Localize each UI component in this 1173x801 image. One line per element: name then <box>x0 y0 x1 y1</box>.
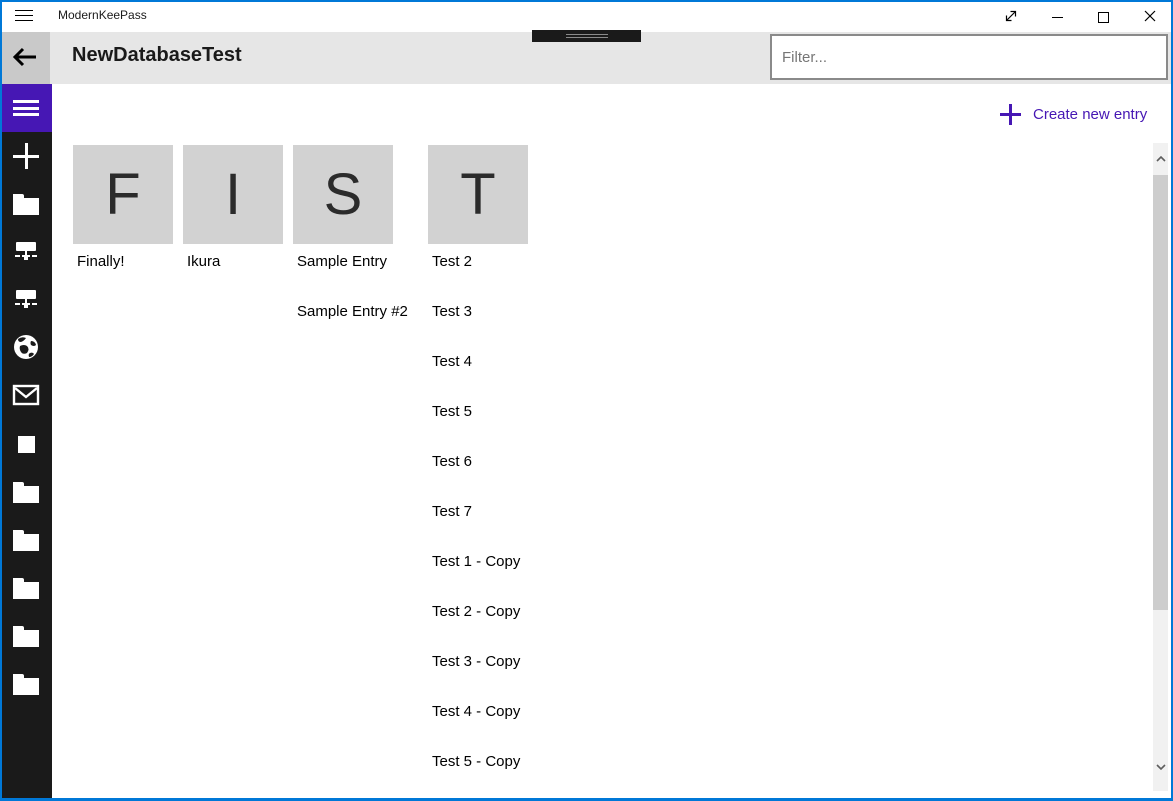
chevron-down-icon <box>1156 764 1166 770</box>
group-tile-letter: T <box>460 166 495 224</box>
sidebar-menu-button[interactable] <box>0 84 52 132</box>
page-title: NewDatabaseTest <box>72 44 242 67</box>
fullscreen-diagonal-arrow-icon <box>1003 8 1019 27</box>
flyout-grabber-handle[interactable] <box>532 30 641 42</box>
folder-icon <box>13 198 39 215</box>
create-new-entry-label: Create new entry <box>1033 106 1147 123</box>
entry-item[interactable]: Test 7 <box>432 503 632 523</box>
scrollbar-thumb[interactable] <box>1153 175 1168 610</box>
scroll-up-button[interactable] <box>1153 151 1168 167</box>
sidebar-item-group-email[interactable] <box>0 372 52 420</box>
entry-item[interactable]: Test 2 - Copy <box>432 603 632 623</box>
sidebar-item-group-network[interactable] <box>0 276 52 324</box>
maximize-button[interactable] <box>1080 2 1126 32</box>
entry-item[interactable]: Test 4 <box>432 353 632 373</box>
plus-icon <box>13 143 39 169</box>
entry-item[interactable]: Test 5 - Copy <box>432 753 632 773</box>
entry-item[interactable]: Test 1 - Copy <box>432 553 632 573</box>
vertical-scrollbar[interactable] <box>1153 143 1168 791</box>
window-border-left <box>0 0 2 801</box>
minimize-button[interactable] <box>1034 2 1080 32</box>
folder-icon <box>13 534 39 551</box>
group-tile[interactable]: T <box>428 145 528 244</box>
folder-icon <box>13 486 39 503</box>
entry-item[interactable]: Test 5 <box>432 403 632 423</box>
fullscreen-button[interactable] <box>988 2 1034 32</box>
hamburger-menu-icon <box>13 97 39 120</box>
entry-item[interactable]: Test 3 <box>432 303 632 323</box>
entry-item[interactable]: Test 3 - Copy <box>432 653 632 673</box>
sidebar-item-group-folder-3[interactable] <box>0 564 52 612</box>
folder-icon <box>13 630 39 647</box>
sidebar <box>0 84 52 798</box>
group-tile[interactable]: I <box>183 145 283 244</box>
sidebar-item-group-internet[interactable] <box>0 324 52 372</box>
app-title: ModernKeePass <box>58 8 147 22</box>
hamburger-menu-icon[interactable] <box>15 10 33 22</box>
create-new-entry-button[interactable]: Create new entry <box>1000 98 1147 130</box>
back-button[interactable] <box>0 32 50 84</box>
sidebar-item-group-folder-4[interactable] <box>0 612 52 660</box>
group-tile-letter: S <box>324 166 363 224</box>
sidebar-item-group-windows[interactable] <box>0 228 52 276</box>
entry-item[interactable]: Test 6 <box>432 453 632 473</box>
maximize-icon <box>1098 12 1109 23</box>
homebanking-square-icon <box>18 436 35 453</box>
chevron-up-icon <box>1156 156 1166 162</box>
group-tile[interactable]: F <box>73 145 173 244</box>
group-tile-letter: I <box>225 166 241 224</box>
back-arrow-icon <box>12 47 38 70</box>
minimize-icon <box>1052 17 1063 18</box>
filter-input[interactable] <box>770 34 1168 80</box>
sidebar-item-group-folder-5[interactable] <box>0 660 52 708</box>
mail-envelope-icon <box>12 384 40 409</box>
group-tile-letter: F <box>105 166 140 224</box>
sidebar-item-group-folder-1[interactable] <box>0 468 52 516</box>
group-tile[interactable]: S <box>293 145 393 244</box>
sidebar-item-group-homebanking[interactable] <box>0 420 52 468</box>
entry-item[interactable]: Test 4 - Copy <box>432 703 632 723</box>
scroll-down-button[interactable] <box>1153 759 1168 775</box>
globe-icon <box>12 333 40 364</box>
folder-icon <box>13 678 39 695</box>
workstation-icon <box>15 242 37 262</box>
sidebar-item-group-folder-2[interactable] <box>0 516 52 564</box>
close-button[interactable] <box>1127 2 1173 32</box>
close-icon <box>1143 9 1157 26</box>
folder-icon <box>13 582 39 599</box>
sidebar-item-add-group[interactable] <box>0 132 52 180</box>
entry-item[interactable]: Test 2 <box>432 253 632 273</box>
plus-icon <box>1000 104 1021 125</box>
network-icon <box>15 290 37 310</box>
sidebar-item-group-general[interactable] <box>0 180 52 228</box>
window-border-top <box>0 0 1173 2</box>
